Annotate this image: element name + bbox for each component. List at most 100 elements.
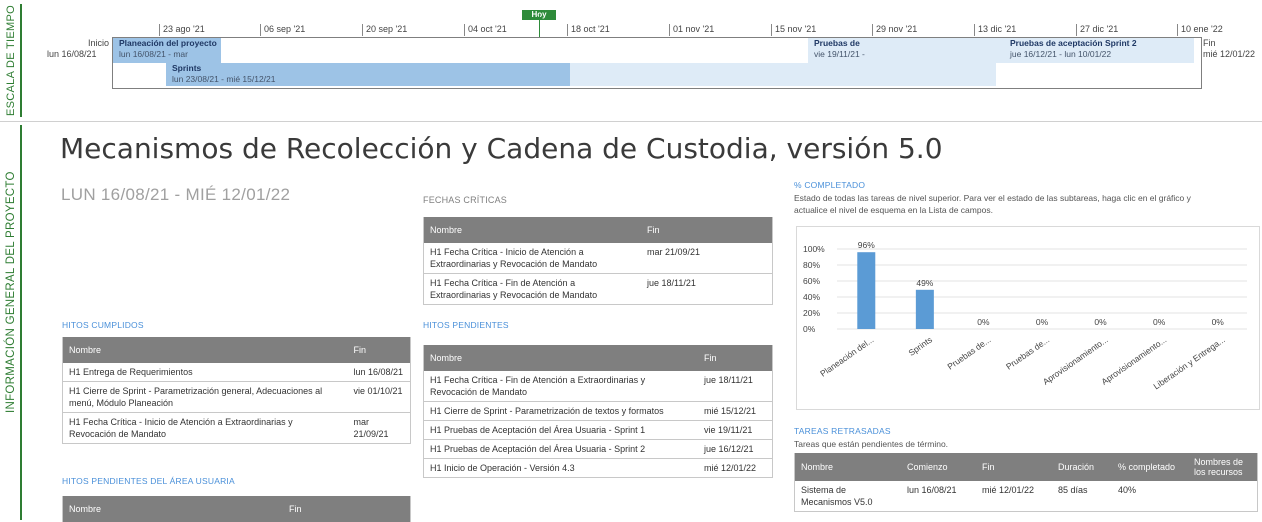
timeline-side-label: ESCALA DE TIEMPO: [5, 5, 17, 116]
timeline-tick: 01 nov '21: [669, 24, 714, 36]
bar: [857, 252, 876, 329]
table-header-row: Nombre Fin: [62, 496, 411, 522]
column-header: Fin: [347, 337, 412, 363]
section-title-hitos-cumplidos: HITOS CUMPLIDOS: [62, 320, 144, 330]
timeline-tick: 27 dic '21: [1076, 24, 1118, 36]
timeline-task[interactable]: Planeación del proyecto lun 16/08/21 - m…: [113, 38, 221, 63]
completado-chart[interactable]: 100% 80% 60% 40% 20% 0% 96% Planeación del... 49…: [796, 226, 1260, 410]
column-header: Fin: [641, 217, 773, 243]
column-header: Nombre: [423, 345, 698, 371]
section-title-fechas-criticas: FECHAS CRÍTICAS: [423, 195, 508, 205]
timeline-start-date: lun 16/08/21: [47, 49, 97, 59]
task-name: Planeación del proyecto: [119, 38, 217, 48]
cell-duracion: 85 días: [1052, 481, 1112, 512]
table-row[interactable]: H1 Fecha Crítica - Fin de Atención a Ext…: [423, 273, 773, 305]
column-header: Fin: [283, 496, 411, 522]
timeline-start-label: Inicio: [88, 38, 110, 48]
table-row[interactable]: H1 Fecha Crítica - Inicio de Atención a …: [423, 243, 773, 274]
project-date-range: LUN 16/08/21 - MIÉ 12/01/22: [61, 185, 291, 204]
fechas-criticas-table: Nombre Fin H1 Fecha Crítica - Inicio de …: [423, 217, 773, 305]
bar-value-label: 49%: [916, 278, 933, 288]
table-header-row: Nombre Comienzo Fin Duración % completad…: [794, 453, 1258, 481]
task-dates: lun 23/08/21 - mié 15/12/21: [172, 74, 276, 84]
timeline-task[interactable]: Pruebas de vie 19/11/21 -: [808, 38, 868, 63]
cell-nombre: H1 Cierre de Sprint - Parametrización ge…: [62, 381, 348, 413]
page-title: Mecanismos de Recolección y Cadena de Cu…: [60, 132, 943, 165]
table-row[interactable]: H1 Entrega de Requerimientos lun 16/08/2…: [62, 363, 412, 382]
y-tick-label: 80%: [803, 260, 820, 270]
table-row[interactable]: H1 Inicio de Operación - Versión 4.3 mié…: [423, 458, 773, 478]
cell-fin: mié 12/01/22: [698, 458, 773, 478]
table-header-row: Nombre Fin: [423, 217, 773, 243]
table-row[interactable]: H1 Cierre de Sprint - Parametrización ge…: [62, 381, 412, 413]
table-header-row: Nombre Fin: [423, 345, 773, 371]
table-row[interactable]: H1 Pruebas de Aceptación del Área Usuari…: [423, 420, 773, 440]
section-title-completado: % COMPLETADO: [794, 180, 866, 190]
table-row[interactable]: H1 Fecha Crítica - Inicio de Atención a …: [62, 412, 412, 444]
bar-value-label: 0%: [1153, 317, 1166, 327]
task-dates: jue 16/12/21 - lun 10/01/22: [1010, 49, 1112, 59]
y-tick-label: 40%: [803, 292, 820, 302]
table-row[interactable]: H1 Pruebas de Aceptación del Área Usuari…: [423, 439, 773, 459]
cell-completado: 40%: [1112, 481, 1188, 512]
table-row[interactable]: H1 Fecha Crítica - Fin de Atención a Ext…: [423, 371, 773, 402]
task-name: Pruebas de: [814, 38, 860, 48]
bar-value-label: 0%: [1212, 317, 1225, 327]
task-name: Sprints: [172, 63, 202, 73]
x-tick-label: Sprints: [907, 334, 934, 357]
cell-fin: jue 18/11/21: [698, 371, 773, 402]
timeline-tick: 23 ago '21: [159, 24, 205, 36]
column-header: % completado: [1112, 453, 1188, 481]
table-row[interactable]: Sistema de Mecanismos V5.0 lun 16/08/21 …: [794, 481, 1258, 512]
column-header: Fin: [698, 345, 773, 371]
column-header: Duración: [1052, 453, 1112, 481]
timeline-panel: ESCALA DE TIEMPO Hoy 23 ago '21 06 sep '…: [0, 0, 1262, 122]
section-title-hitos-pendientes: HITOS PENDIENTES: [423, 320, 509, 330]
timeline-end-date: mié 12/01/22: [1203, 49, 1256, 59]
cell-fin: jue 16/12/21: [698, 439, 773, 459]
x-tick-label: Pruebas de...: [1004, 334, 1051, 371]
cell-fin: vie 01/10/21: [347, 381, 412, 413]
task-name: Pruebas de aceptación Sprint 2: [1010, 38, 1137, 48]
timeline-task[interactable]: Pruebas de aceptación Sprint 2 jue 16/12…: [1004, 38, 1194, 63]
timeline-tick: 18 oct '21: [567, 24, 610, 36]
hitos-pendientes-table: Nombre Fin H1 Fecha Crítica - Fin de Ate…: [423, 345, 773, 478]
column-header: Nombre: [62, 496, 283, 522]
timeline-end-label: Fin: [1203, 38, 1216, 48]
cell-nombre: H1 Fecha Crítica - Fin de Atención a Ext…: [423, 273, 641, 305]
tareas-retrasadas-description: Tareas que están pendientes de término.: [794, 439, 949, 449]
y-tick-label: 60%: [803, 276, 820, 286]
y-tick-label: 0%: [803, 324, 816, 334]
cell-nombre: H1 Fecha Crítica - Inicio de Atención a …: [423, 243, 641, 274]
y-tick-label: 20%: [803, 308, 820, 318]
table-row[interactable]: H1 Cierre de Sprint - Parametrización de…: [423, 401, 773, 421]
bar-value-label: 96%: [858, 240, 875, 250]
cell-nombre: H1 Entrega de Requerimientos: [62, 363, 348, 382]
timeline-task[interactable]: Sprints lun 23/08/21 - mié 15/12/21: [166, 63, 570, 86]
timeline-side-bar: [20, 4, 22, 117]
column-header: Comienzo: [901, 453, 976, 481]
completado-chart-svg: 100% 80% 60% 40% 20% 0% 96% Planeación del... 49…: [803, 240, 1247, 391]
cell-nombre: Sistema de Mecanismos V5.0: [794, 481, 901, 512]
cell-recursos: [1188, 481, 1258, 512]
cell-fin: mar 21/09/21: [347, 412, 412, 444]
cell-fin: mié 12/01/22: [976, 481, 1052, 512]
task-dates: vie 19/11/21 -: [814, 49, 865, 59]
cell-fin: jue 18/11/21: [641, 273, 773, 305]
column-header: Fin: [976, 453, 1052, 481]
timeline-tick: 15 nov '21: [771, 24, 816, 36]
table-header-row: Nombre Fin: [62, 337, 412, 363]
cell-nombre: H1 Pruebas de Aceptación del Área Usuari…: [423, 420, 698, 440]
timeline-tick: 10 ene '22: [1177, 24, 1223, 36]
cell-nombre: H1 Inicio de Operación - Versión 4.3: [423, 458, 698, 478]
hitos-cumplidos-table: Nombre Fin H1 Entrega de Requerimientos …: [62, 337, 412, 444]
completado-description: Estado de todas las tareas de nivel supe…: [794, 193, 1191, 215]
section-title-hitos-usuaria: HITOS PENDIENTES DEL ÁREA USUARIA: [62, 476, 235, 486]
timeline-tick: 20 sep '21: [362, 24, 407, 36]
column-header: Nombre: [423, 217, 641, 243]
bar-value-label: 0%: [977, 317, 990, 327]
project-side-bar: [20, 125, 22, 520]
bar-value-label: 0%: [1036, 317, 1049, 327]
cell-fin: mié 15/12/21: [698, 401, 773, 421]
timeline-tick: 06 sep '21: [260, 24, 305, 36]
